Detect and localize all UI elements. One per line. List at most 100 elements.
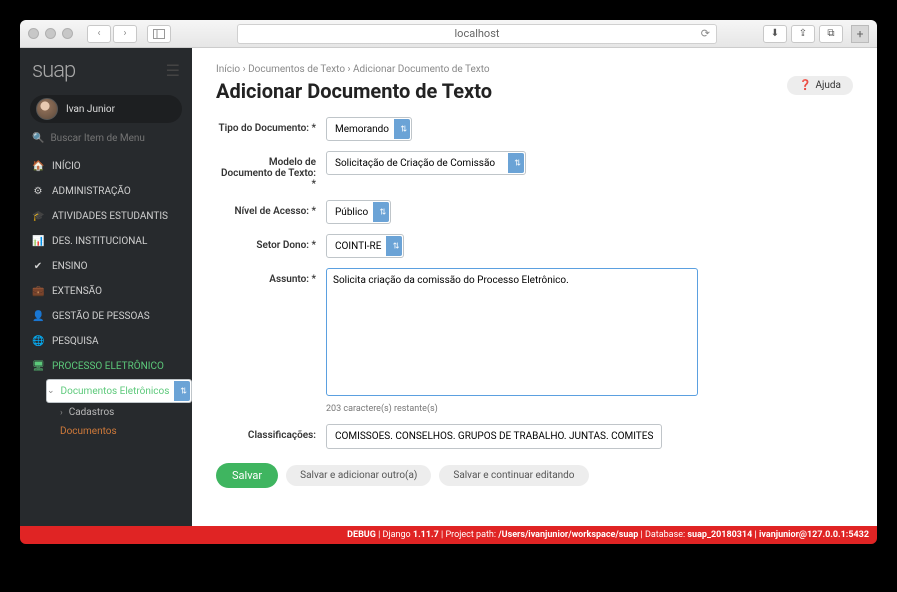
sidebar: suap ☰ Ivan Junior 🔍 🏠 INÍCIO ⚙ ADMINISTRA…: [20, 48, 192, 526]
back-button[interactable]: ‹: [87, 25, 111, 43]
close-icon[interactable]: [28, 28, 39, 39]
home-icon: 🏠: [32, 160, 44, 173]
chevron-down-icon: ⌄: [47, 386, 55, 396]
sidebar-item-label: GESTÃO DE PESSOAS: [52, 310, 180, 323]
help-label: Ajuda: [815, 80, 841, 91]
select-value: COINTI-RE: [335, 241, 381, 252]
screen-icon: 🖥: [32, 360, 44, 373]
sidebar-item-label: ATIVIDADES ESTUDANTIS: [52, 210, 180, 223]
reload-icon[interactable]: ⟳: [701, 27, 710, 40]
help-button[interactable]: ❓ Ajuda: [787, 76, 853, 95]
input-classificacoes[interactable]: [326, 424, 662, 449]
subnav-cadastros[interactable]: › Cadastros: [46, 403, 192, 422]
crumb-item: Adicionar Documento de Texto: [353, 64, 490, 75]
textarea-assunto[interactable]: [326, 268, 698, 396]
sidebar-item-ensino[interactable]: ✔ ENSINO: [20, 254, 192, 279]
subnav-documentos[interactable]: Documentos: [46, 422, 192, 441]
save-button[interactable]: Salvar: [216, 463, 278, 488]
label-setor: Setor Dono: *: [216, 234, 326, 251]
page-title: Adicionar Documento de Texto: [216, 79, 853, 103]
label-modelo: Modelo de Documento de Texto: *: [216, 151, 326, 190]
sidebar-item-pesquisa[interactable]: 🌐 PESQUISA: [20, 329, 192, 354]
sidebar-item-des-institucional[interactable]: 📊 DES. INSTITUCIONAL: [20, 229, 192, 254]
check-icon: ✔: [32, 260, 44, 273]
assunto-hint: 203 caractere(s) restante(s): [326, 404, 698, 414]
subnav-label: Documentos: [60, 426, 117, 437]
globe-icon: 🌐: [32, 335, 44, 348]
brand-row: suap ☰: [20, 48, 192, 89]
row-tipo: Tipo do Documento: * Memorando: [216, 117, 853, 141]
row-assunto: Assunto: * 203 caractere(s) restante(s): [216, 268, 853, 414]
select-setor[interactable]: COINTI-RE: [326, 234, 404, 258]
label-tipo: Tipo do Documento: *: [216, 117, 326, 134]
cog-icon: ⚙: [32, 185, 44, 198]
titlebar: ‹ › localhost ⟳ ⬇ ⇪ ⧉ +: [20, 20, 877, 48]
sidebar-item-label: DES. INSTITUCIONAL: [52, 235, 180, 248]
zoom-icon[interactable]: [62, 28, 73, 39]
tabs-button[interactable]: ⧉: [819, 25, 843, 43]
sidebar-item-extensao[interactable]: 💼EXTENSÃO: [20, 279, 192, 304]
breadcrumb: Início › Documentos de Texto › Adicionar…: [216, 64, 853, 75]
row-classificacoes: Classificações:: [216, 424, 853, 449]
toolbar-right: ⬇ ⇪ ⧉: [763, 25, 843, 43]
sidebar-item-label: PROCESSO ELETRÔNICO: [52, 360, 180, 373]
sidebar-item-label: ENSINO: [52, 260, 180, 273]
subnav-label: Documentos Eletrônicos: [61, 386, 170, 397]
chart-icon: 📊: [32, 235, 44, 248]
url-text: localhost: [455, 27, 500, 40]
row-modelo: Modelo de Documento de Texto: * Solicita…: [216, 151, 853, 190]
crumb-item[interactable]: Documentos de Texto: [248, 64, 345, 75]
row-nivel: Nível de Acesso: * Público: [216, 200, 853, 224]
logo: suap: [32, 58, 75, 83]
nav-buttons: ‹ ›: [87, 25, 137, 43]
select-tipo[interactable]: Memorando: [326, 117, 412, 141]
subnav: ⌄ Documentos Eletrônicos › Cadastros Docum…: [20, 379, 192, 441]
select-value: Memorando: [335, 124, 389, 135]
form-actions: Salvar Salvar e adicionar outro(a) Salva…: [216, 463, 853, 488]
menu-icon[interactable]: ☰: [166, 61, 180, 80]
app-body: suap ☰ Ivan Junior 🔍 🏠 INÍCIO ⚙ ADMINISTRA…: [20, 48, 877, 526]
user-name: Ivan Junior: [66, 104, 115, 115]
url-bar[interactable]: localhost ⟳: [237, 24, 717, 44]
select-modelo[interactable]: Solicitação de Criação de Comissão: [326, 151, 526, 175]
search-row: 🔍: [32, 133, 180, 144]
help-icon: ❓: [799, 80, 811, 91]
search-icon: 🔍: [32, 133, 44, 144]
minimize-icon[interactable]: [45, 28, 56, 39]
forward-button[interactable]: ›: [113, 25, 137, 43]
sidebar-item-administracao[interactable]: ⚙ ADMINISTRAÇÃO: [20, 179, 192, 204]
save-continue-button[interactable]: Salvar e continuar editando: [439, 465, 588, 486]
user-chip[interactable]: Ivan Junior: [30, 95, 182, 123]
label-assunto: Assunto: *: [216, 268, 326, 285]
new-tab-button[interactable]: +: [851, 25, 869, 43]
browser-window: ‹ › localhost ⟳ ⬇ ⇪ ⧉ + suap ☰ Ivan Juni…: [20, 20, 877, 544]
crumb-item[interactable]: Início: [216, 64, 240, 75]
sidebar-item-atividades[interactable]: 🎓 ATIVIDADES ESTUDANTIS: [20, 204, 192, 229]
subnav-label: Cadastros: [69, 407, 115, 418]
sidebar-item-processo-eletronico[interactable]: 🖥 PROCESSO ELETRÔNICO: [20, 354, 192, 379]
case-icon: 💼: [32, 285, 44, 298]
row-setor: Setor Dono: * COINTI-RE: [216, 234, 853, 258]
grad-icon: 🎓: [32, 210, 44, 223]
sidebar-toggle-icon[interactable]: [147, 25, 171, 43]
label-classificacoes: Classificações:: [216, 424, 326, 441]
sidebar-item-label: PESQUISA: [52, 335, 180, 348]
share-button[interactable]: ⇪: [791, 25, 815, 43]
select-nivel[interactable]: Público: [326, 200, 391, 224]
sidebar-item-gestao-pessoas[interactable]: 👤 GESTÃO DE PESSOAS: [20, 304, 192, 329]
download-button[interactable]: ⬇: [763, 25, 787, 43]
avatar: [36, 98, 58, 120]
save-add-button[interactable]: Salvar e adicionar outro(a): [286, 465, 431, 486]
label-nivel: Nível de Acesso: *: [216, 200, 326, 217]
select-value: Público: [335, 207, 368, 218]
nav-list: 🏠 INÍCIO ⚙ ADMINISTRAÇÃO 🎓 ATIVIDADES ESTUD…: [20, 154, 192, 379]
debug-label: DEBUG: [347, 530, 376, 540]
chevron-right-icon: ›: [60, 408, 63, 418]
sidebar-item-label: ADMINISTRAÇÃO: [52, 185, 180, 198]
sidebar-item-label: INÍCIO: [52, 160, 180, 173]
subnav-documentos-eletronicos[interactable]: ⌄ Documentos Eletrônicos: [46, 379, 192, 403]
user-icon: 👤: [32, 310, 44, 323]
search-input[interactable]: [50, 133, 170, 144]
main-content: Início › Documentos de Texto › Adicionar…: [192, 48, 877, 526]
sidebar-item-inicio[interactable]: 🏠 INÍCIO: [20, 154, 192, 179]
